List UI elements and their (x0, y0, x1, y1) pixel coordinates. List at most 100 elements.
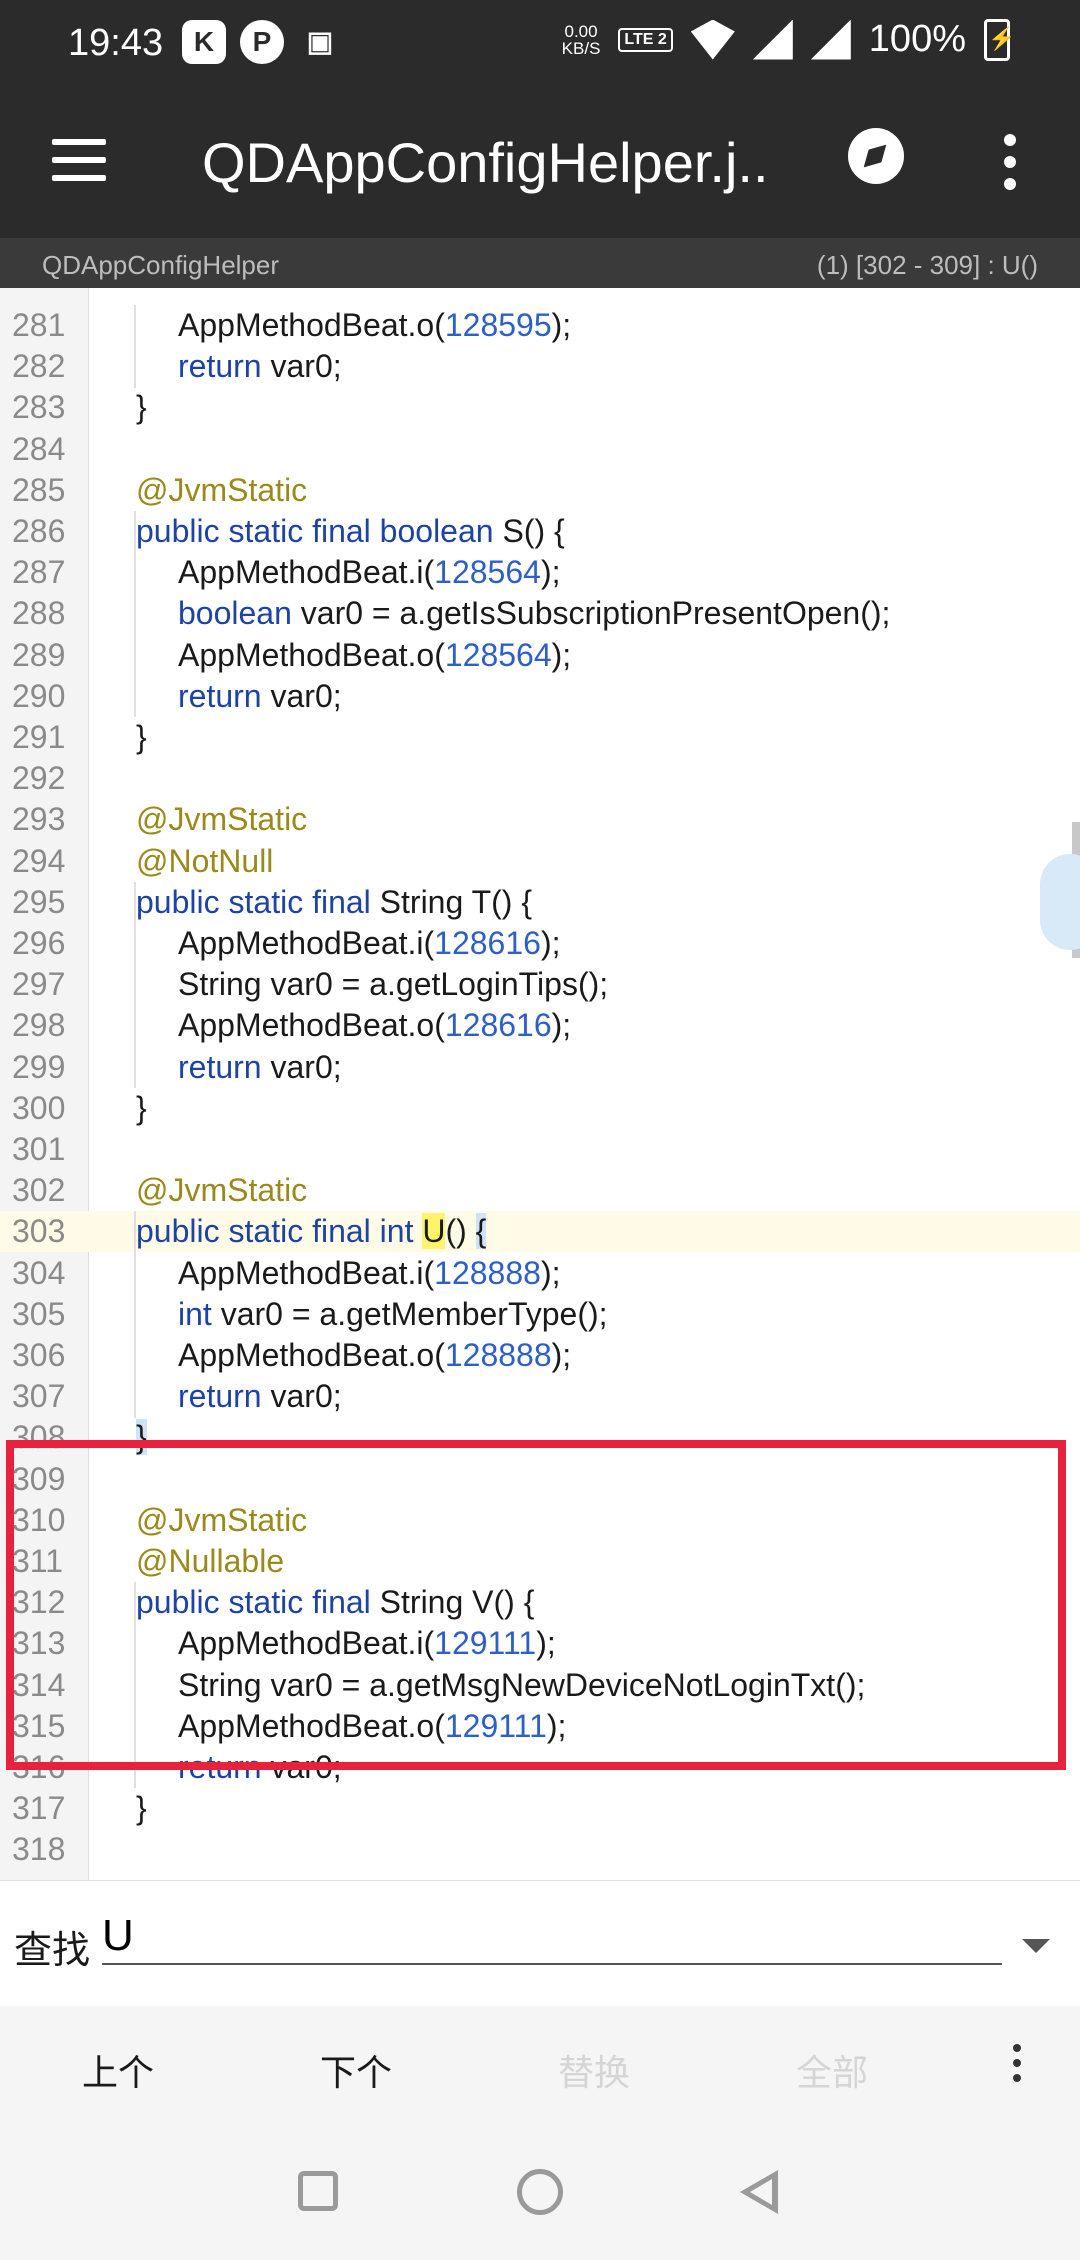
code-text: } (136, 1088, 147, 1129)
menu-icon[interactable] (52, 139, 106, 181)
code-line[interactable]: 311 @Nullable (0, 1541, 1080, 1582)
code-line[interactable]: 307 return var0; (0, 1376, 1080, 1417)
code-line[interactable]: 292 (0, 758, 1080, 799)
code-token: var0; (261, 1048, 342, 1085)
compass-icon[interactable] (848, 128, 904, 184)
line-number: 318 (12, 1831, 66, 1868)
code-line[interactable]: 300} (0, 1088, 1080, 1129)
line-number: 297 (12, 966, 66, 1003)
replace-button[interactable]: 替换 (558, 2044, 630, 2096)
line-number: 283 (12, 389, 66, 426)
code-line[interactable]: 290 return var0; (0, 676, 1080, 717)
code-line[interactable]: 310 @JvmStatic (0, 1500, 1080, 1541)
code-text: return var0; (178, 1747, 342, 1788)
code-line[interactable]: 289 AppMethodBeat.o(128564); (0, 635, 1080, 676)
code-token: ); (540, 554, 561, 591)
code-line[interactable]: 308} (0, 1417, 1080, 1458)
code-text: AppMethodBeat.i(129111); (178, 1623, 556, 1664)
code-text: } (136, 717, 147, 758)
code-line[interactable]: 284 (0, 429, 1080, 470)
dropdown-icon[interactable] (1022, 1939, 1050, 1953)
code-token: var0; (261, 1749, 342, 1785)
code-token: } (136, 719, 147, 755)
code-token: String var0 = a.getLoginTips(); (178, 966, 609, 1003)
find-label: 查找 (14, 1930, 91, 1972)
code-line[interactable]: 295 public static final String T() { (0, 882, 1080, 923)
more-vert-icon[interactable] (1004, 134, 1016, 200)
prev-button[interactable]: 上个 (82, 2044, 154, 2096)
status-bar: 19:43 K P ▣ 0.00 KB/S LTE 2 4G 4G 100% (0, 0, 1080, 92)
code-token: U (422, 1213, 446, 1250)
code-line[interactable]: 314 String var0 = a.getMsgNewDeviceNotLog… (0, 1665, 1080, 1706)
line-number: 300 (12, 1089, 66, 1126)
code-line[interactable]: 304 AppMethodBeat.i(128888); (0, 1253, 1080, 1294)
code-token: ); (546, 1707, 567, 1744)
replace-all-button[interactable]: 全部 (796, 2044, 868, 2096)
line-number: 296 (12, 925, 66, 961)
line-number: 306 (12, 1337, 66, 1373)
floating-handle[interactable] (1040, 854, 1080, 950)
indent-guide (134, 1211, 136, 1418)
more-actions-icon[interactable] (1013, 2044, 1021, 2089)
app-notification-icon-2: P (240, 20, 284, 64)
line-number: 307 (12, 1378, 66, 1415)
next-button[interactable]: 下个 (320, 2044, 392, 2096)
code-token: ); (540, 1254, 561, 1291)
code-token: int (178, 1295, 212, 1332)
code-token: } (136, 1790, 147, 1827)
code-token: 129111 (434, 1625, 537, 1662)
code-line[interactable]: 305 int var0 = a.getMemberType(); (0, 1294, 1080, 1335)
system-nav-bar (0, 2126, 1080, 2260)
network-speed: 0.00 KB/S (561, 21, 601, 58)
back-icon[interactable] (740, 2170, 778, 2214)
code-text: @JvmStatic (136, 470, 307, 511)
code-line[interactable]: 283} (0, 387, 1080, 428)
home-icon[interactable] (517, 2169, 563, 2215)
code-editor[interactable]: 281 AppMethodBeat.o(128595); 282 return var… (0, 288, 1080, 1880)
code-line[interactable]: 298 AppMethodBeat.o(128616); (0, 1005, 1080, 1046)
code-token: ); (551, 1337, 572, 1373)
code-token: return (178, 677, 262, 714)
code-line[interactable]: 301 (0, 1129, 1080, 1170)
line-number: 294 (12, 842, 66, 879)
code-line[interactable]: 297 String var0 = a.getLoginTips(); (0, 964, 1080, 1005)
indent-guide (134, 305, 136, 388)
code-token: 128888 (434, 1254, 541, 1291)
code-token: var0 = a.getMemberType(); (211, 1295, 608, 1332)
code-line[interactable]: 316 return var0; (0, 1747, 1080, 1788)
code-line[interactable]: 317} (0, 1788, 1080, 1829)
code-line[interactable]: 287 AppMethodBeat.i(128564); (0, 552, 1080, 593)
code-line[interactable]: 281 AppMethodBeat.o(128595); (0, 305, 1080, 346)
code-token: String var0 = a.getMsgNewDeviceNotLoginT… (178, 1666, 866, 1703)
code-token: AppMethodBeat.o( (178, 636, 445, 673)
code-token: 128616 (444, 1007, 552, 1044)
code-line[interactable]: 312 public static final String V() { (0, 1582, 1080, 1623)
code-line[interactable]: 294 @NotNull (0, 841, 1080, 882)
line-number: 314 (12, 1666, 66, 1703)
code-line[interactable]: 291} (0, 717, 1080, 758)
code-line[interactable]: 303 public static final int U() { (0, 1211, 1080, 1253)
code-line[interactable]: 293 @JvmStatic (0, 799, 1080, 840)
code-line[interactable]: 309 (0, 1459, 1080, 1500)
code-text: return var0; (178, 1047, 342, 1088)
code-line[interactable]: 315 AppMethodBeat.o(129111); (0, 1706, 1080, 1747)
code-line[interactable]: 306 AppMethodBeat.o(128888); (0, 1335, 1080, 1376)
code-line[interactable]: 296 AppMethodBeat.i(128616); (0, 923, 1080, 964)
line-number: 305 (12, 1295, 66, 1332)
code-token: String T() { (370, 883, 533, 920)
code-line[interactable]: 282 return var0; (0, 346, 1080, 387)
code-token: AppMethodBeat.i( (178, 925, 435, 961)
battery-percent: 100% (868, 18, 966, 60)
code-line[interactable]: 285 @JvmStatic (0, 470, 1080, 511)
code-line[interactable]: 302 @JvmStatic (0, 1170, 1080, 1211)
recents-icon[interactable] (298, 2171, 338, 2211)
code-text: boolean var0 = a.getIsSubscriptionPresen… (178, 593, 890, 634)
code-token: } (136, 1089, 147, 1126)
code-line[interactable]: 318 (0, 1829, 1080, 1870)
code-line[interactable]: 313 AppMethodBeat.i(129111); (0, 1623, 1080, 1664)
code-token: AppMethodBeat.i( (178, 1254, 435, 1291)
code-line[interactable]: 288 boolean var0 = a.getIsSubscriptionPre… (0, 593, 1080, 634)
code-line[interactable]: 299 return var0; (0, 1047, 1080, 1088)
code-line[interactable]: 286 public static final boolean S() { (0, 511, 1080, 552)
find-input[interactable] (102, 1909, 1002, 1965)
